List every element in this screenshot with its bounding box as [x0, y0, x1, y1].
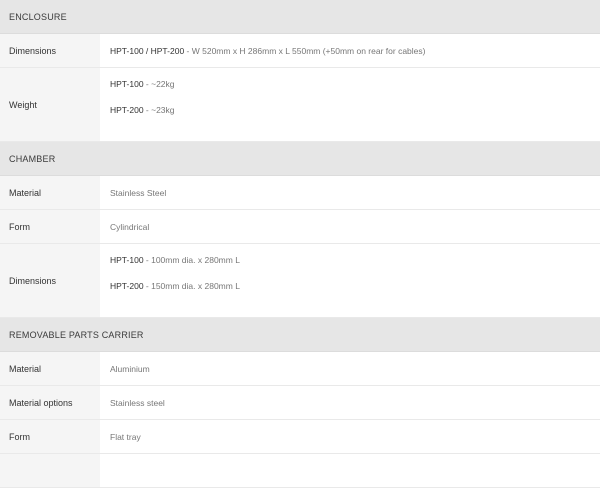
spec-value: HPT-100 - 100mm dia. x 280mm L HPT-200 -…: [100, 244, 600, 317]
spec-row-enclosure-dimensions: Dimensions HPT-100 / HPT-200 - W 520mm x…: [0, 34, 600, 68]
spec-label: Material: [0, 176, 100, 209]
spec-text: - 100mm dia. x 280mm L: [143, 255, 240, 265]
section-header-enclosure: ENCLOSURE: [0, 0, 600, 34]
model-name: HPT-200: [110, 281, 144, 291]
spec-value: Cylindrical: [100, 210, 600, 243]
spec-row-partial: [0, 454, 600, 488]
spec-label: Weight: [0, 68, 100, 141]
spec-label: Dimensions: [0, 34, 100, 67]
spec-label-empty: [0, 454, 100, 487]
spec-value: Aluminium: [100, 352, 600, 385]
spec-value: Stainless Steel: [100, 176, 600, 209]
spec-row-chamber-dimensions: Dimensions HPT-100 - 100mm dia. x 280mm …: [0, 244, 600, 318]
spec-text: - ~22kg: [143, 79, 175, 89]
section-header-parts-carrier: REMOVABLE PARTS CARRIER: [0, 318, 600, 352]
spec-text: - W 520mm x H 286mm x L 550mm (+50mm on …: [184, 45, 426, 56]
spec-text: Aluminium: [110, 363, 150, 374]
spec-text: Flat tray: [110, 431, 141, 442]
section-header-chamber: CHAMBER: [0, 142, 600, 176]
model-name: HPT-200: [110, 105, 144, 115]
spec-value: HPT-100 / HPT-200 - W 520mm x H 286mm x …: [100, 34, 600, 67]
spec-text: - 150mm dia. x 280mm L: [143, 281, 240, 291]
spec-value: Flat tray: [100, 420, 600, 453]
model-name: HPT-100 / HPT-200: [110, 45, 185, 56]
spec-row-carrier-material: Material Aluminium: [0, 352, 600, 386]
spec-value-empty: [100, 454, 600, 487]
model-name: HPT-100: [110, 255, 144, 265]
spec-value: HPT-100 - ~22kg HPT-200 - ~23kg: [100, 68, 600, 141]
spec-value: Stainless steel: [100, 386, 600, 419]
spec-text: Stainless Steel: [110, 187, 167, 198]
spec-label: Material options: [0, 386, 100, 419]
spec-row-enclosure-weight: Weight HPT-100 - ~22kg HPT-200 - ~23kg: [0, 68, 600, 142]
spec-label: Dimensions: [0, 244, 100, 317]
spec-label: Material: [0, 352, 100, 385]
spec-row-chamber-material: Material Stainless Steel: [0, 176, 600, 210]
spec-text: - ~23kg: [143, 105, 175, 115]
spec-text: Stainless steel: [110, 397, 165, 408]
spec-row-chamber-form: Form Cylindrical: [0, 210, 600, 244]
spec-label: Form: [0, 210, 100, 243]
spec-row-carrier-material-options: Material options Stainless steel: [0, 386, 600, 420]
spec-row-carrier-form: Form Flat tray: [0, 420, 600, 454]
spec-text: Cylindrical: [110, 221, 150, 232]
spec-label: Form: [0, 420, 100, 453]
model-name: HPT-100: [110, 79, 144, 89]
spec-table: ENCLOSURE Dimensions HPT-100 / HPT-200 -…: [0, 0, 600, 488]
